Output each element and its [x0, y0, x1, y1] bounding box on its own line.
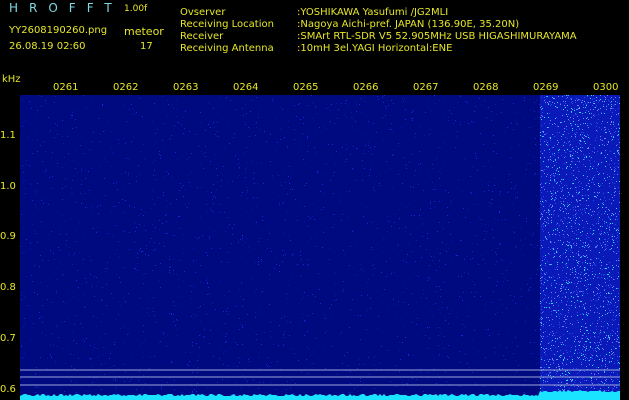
info-row-antenna: Receiving Antenna :10mH 3el.YAGI Horizont… — [180, 43, 452, 54]
x-tick-label: 0266 — [353, 82, 379, 93]
x-tick-label: 0268 — [473, 82, 499, 93]
spectrogram-plot — [20, 95, 620, 400]
count-value: 17 — [140, 41, 153, 52]
x-tick-label: 0261 — [53, 82, 79, 93]
x-tick-label: 0262 — [113, 82, 139, 93]
y-tick-label: 1.0 — [0, 180, 16, 192]
x-tick-label: 0267 — [413, 82, 439, 93]
x-tick-label: 0264 — [233, 82, 259, 93]
info-row-observer: Ovserver :YOSHIKAWA Yasufumi /JG2MLI — [180, 7, 448, 18]
info-value: :YOSHIKAWA Yasufumi /JG2MLI — [297, 7, 449, 18]
spectrogram-svg — [20, 95, 620, 400]
x-tick-label: 0269 — [533, 82, 559, 93]
y-tick-label: 0.6 — [0, 383, 16, 395]
info-value: :SMArt RTL-SDR V5 52.905MHz USB HIGASHIM… — [297, 31, 577, 42]
x-tick-label: 0300 — [593, 82, 619, 93]
y-tick-label: 0.7 — [0, 333, 16, 344]
x-tick-label: 0265 — [293, 82, 319, 93]
info-value: :10mH 3el.YAGI Horizontal:ENE — [297, 43, 453, 54]
y-tick-label: 1.1 — [0, 129, 16, 141]
timestamp: 26.08.19 02:60 — [9, 41, 86, 52]
mode-label: meteor — [124, 25, 164, 38]
info-key: Receiver — [180, 31, 224, 42]
info-key: Receiving Location — [180, 19, 274, 30]
info-key: Ovserver — [180, 7, 226, 18]
info-key: Receiving Antenna — [180, 43, 274, 54]
app-title: HROFFT — [9, 1, 123, 15]
y-tick-label: 0.8 — [0, 282, 16, 294]
y-axis-label: kHz — [2, 74, 21, 85]
x-tick-label: 0263 — [173, 82, 199, 93]
info-row-location: Receiving Location :Nagoya Aichi-pref. JA… — [180, 19, 519, 30]
info-value: :Nagoya Aichi-pref. JAPAN (136.90E, 35.2… — [297, 19, 520, 30]
file-name: YY2608190260.png — [9, 25, 108, 36]
info-row-receiver: Receiver :SMArt RTL-SDR V5 52.905MHz USB … — [180, 31, 577, 42]
app-version: 1.00f — [124, 4, 148, 14]
y-tick-label: 0.9 — [0, 231, 16, 243]
spectrogram-background — [20, 95, 620, 400]
